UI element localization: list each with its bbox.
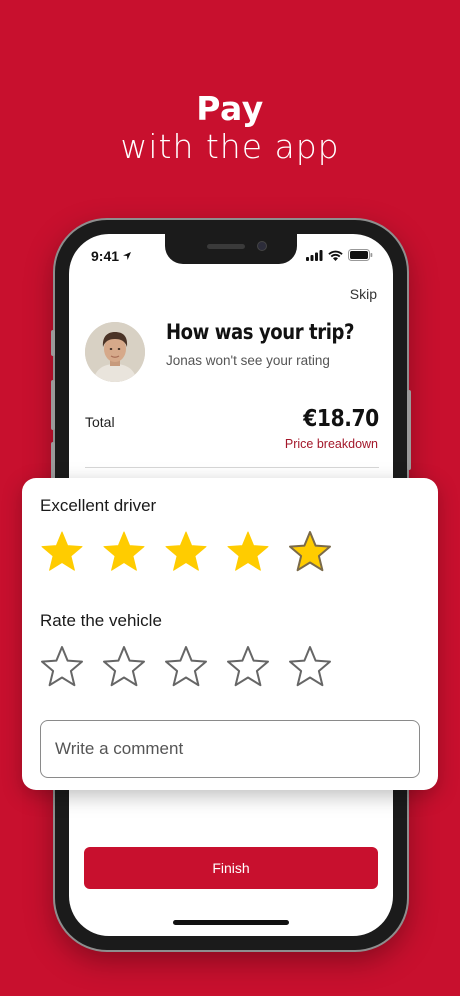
wifi-icon bbox=[328, 250, 343, 261]
star-icon[interactable] bbox=[40, 530, 84, 572]
phone-silent-switch bbox=[51, 330, 55, 356]
vehicle-star-rating bbox=[40, 645, 332, 687]
notch bbox=[165, 234, 297, 264]
trip-rating-title: How was your trip? bbox=[166, 320, 355, 344]
speaker bbox=[207, 244, 245, 249]
total-label: Total bbox=[85, 414, 115, 430]
finish-button[interactable]: Finish bbox=[84, 847, 378, 889]
star-icon[interactable] bbox=[40, 645, 84, 687]
vehicle-rating-label: Rate the vehicle bbox=[40, 611, 162, 630]
status-icons bbox=[306, 249, 373, 261]
headline: Pay with the app bbox=[0, 90, 460, 166]
rating-card: Excellent driver Rate the vehicle bbox=[22, 478, 438, 790]
location-arrow-icon bbox=[123, 252, 132, 260]
total-amount: €18.70 bbox=[303, 406, 380, 432]
comment-input[interactable] bbox=[40, 720, 420, 778]
driver-rating-label: Excellent driver bbox=[40, 496, 157, 515]
star-icon[interactable] bbox=[164, 530, 208, 572]
signal-icon bbox=[306, 249, 323, 261]
driver-avatar bbox=[85, 322, 145, 382]
star-icon[interactable] bbox=[226, 645, 270, 687]
star-icon[interactable] bbox=[102, 645, 146, 687]
price-breakdown-link[interactable]: Price breakdown bbox=[285, 437, 378, 451]
status-time: 9:41 bbox=[91, 248, 132, 264]
front-camera bbox=[257, 241, 267, 251]
skip-button[interactable]: Skip bbox=[350, 286, 377, 302]
battery-icon bbox=[348, 249, 373, 261]
star-icon[interactable] bbox=[164, 645, 208, 687]
star-icon[interactable] bbox=[102, 530, 146, 572]
home-indicator bbox=[173, 920, 289, 925]
phone-power-button bbox=[407, 390, 411, 470]
driver-star-rating bbox=[40, 530, 332, 572]
star-icon[interactable] bbox=[226, 530, 270, 572]
phone-volume-up bbox=[51, 380, 55, 430]
star-icon[interactable] bbox=[288, 645, 332, 687]
status-time-text: 9:41 bbox=[91, 248, 120, 264]
trip-rating-subtitle: Jonas won't see your rating bbox=[166, 353, 330, 368]
divider bbox=[85, 467, 379, 468]
star-icon[interactable] bbox=[288, 530, 332, 572]
headline-line-1: Pay bbox=[196, 89, 264, 128]
headline-line-2: with the app bbox=[120, 127, 340, 166]
driver-photo bbox=[85, 322, 145, 382]
